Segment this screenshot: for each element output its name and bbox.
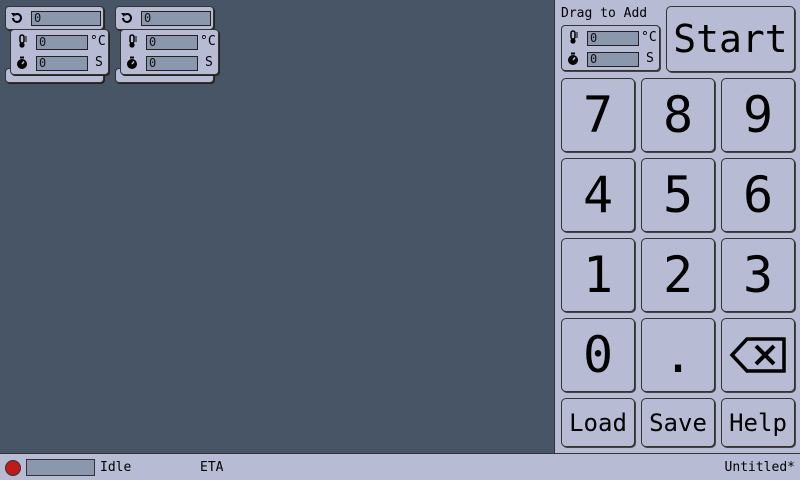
backspace-icon bbox=[729, 337, 786, 373]
time-input[interactable]: 0 bbox=[146, 56, 198, 71]
stopwatch-icon bbox=[17, 56, 27, 69]
template-time-input[interactable]: 0 bbox=[587, 52, 639, 67]
control-sidebar: Drag to Add 0 °C 0 S Start 7 8 9 4 5 6 1… bbox=[554, 0, 800, 453]
time-input[interactable]: 0 bbox=[36, 56, 88, 71]
cycles-input[interactable]: 0 bbox=[31, 11, 101, 26]
help-button[interactable]: Help bbox=[721, 398, 795, 447]
key-8[interactable]: 8 bbox=[641, 78, 715, 152]
status-led-icon bbox=[5, 460, 21, 476]
workspace-canvas[interactable]: 0 0 °C 0 S 0 0 °C 0 S bbox=[0, 0, 554, 453]
temperature-input[interactable]: 0 bbox=[146, 35, 198, 50]
repeat-icon bbox=[121, 12, 132, 23]
repeat-icon bbox=[11, 12, 22, 23]
key-9[interactable]: 9 bbox=[721, 78, 795, 152]
cycle-header: 0 bbox=[115, 6, 214, 30]
temperature-input[interactable]: 0 bbox=[36, 35, 88, 50]
backspace-button[interactable] bbox=[721, 318, 795, 392]
cycles-input[interactable]: 0 bbox=[141, 11, 211, 26]
temperature-unit: °C bbox=[200, 34, 216, 49]
time-unit: S bbox=[205, 55, 213, 70]
stopwatch-icon bbox=[127, 56, 137, 69]
time-unit: S bbox=[95, 55, 103, 70]
key-6[interactable]: 6 bbox=[721, 158, 795, 232]
key-decimal[interactable]: . bbox=[641, 318, 715, 392]
temperature-unit: °C bbox=[641, 30, 657, 45]
thermometer-icon bbox=[129, 34, 137, 48]
key-3[interactable]: 3 bbox=[721, 238, 795, 312]
load-button[interactable]: Load bbox=[561, 398, 635, 447]
stopwatch-icon bbox=[568, 52, 578, 65]
key-5[interactable]: 5 bbox=[641, 158, 715, 232]
eta-label: ETA bbox=[200, 460, 224, 475]
cycle-step: 0 °C 0 S bbox=[120, 29, 219, 75]
status-text: Idle bbox=[100, 460, 132, 475]
time-unit: S bbox=[646, 51, 654, 66]
status-bar: Idle ETA Untitled* bbox=[0, 453, 800, 480]
key-2[interactable]: 2 bbox=[641, 238, 715, 312]
thermometer-icon bbox=[19, 34, 27, 48]
filename-label: Untitled* bbox=[724, 460, 795, 475]
key-0[interactable]: 0 bbox=[561, 318, 635, 392]
start-button[interactable]: Start bbox=[666, 6, 795, 72]
save-button[interactable]: Save bbox=[641, 398, 715, 447]
template-temperature-input[interactable]: 0 bbox=[587, 31, 639, 46]
step-template-draggable[interactable]: 0 °C 0 S bbox=[561, 25, 660, 71]
cycle-step: 0 °C 0 S bbox=[10, 29, 109, 75]
thermometer-icon bbox=[570, 30, 578, 44]
cycle-header: 0 bbox=[5, 6, 104, 30]
key-4[interactable]: 4 bbox=[561, 158, 635, 232]
drag-to-add-label: Drag to Add bbox=[561, 6, 648, 21]
key-7[interactable]: 7 bbox=[561, 78, 635, 152]
temperature-unit: °C bbox=[90, 34, 106, 49]
key-1[interactable]: 1 bbox=[561, 238, 635, 312]
progress-bar bbox=[26, 459, 95, 476]
